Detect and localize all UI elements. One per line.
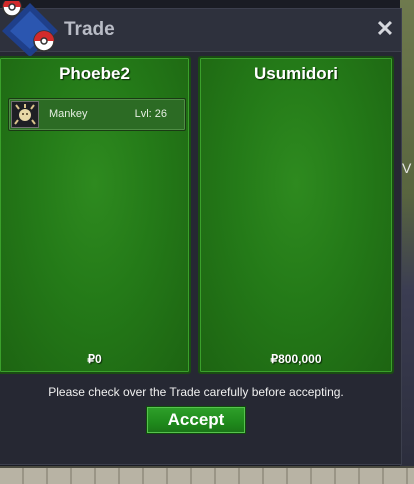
window-title: Trade bbox=[64, 19, 115, 40]
trade-warning-message: Please check over the Trade carefully be… bbox=[48, 385, 344, 399]
trade-window: Trade ✕ Phoebe2 Mankey Lvl: 26 ₽0 Usumid… bbox=[0, 1, 402, 465]
right-money-amount: ₽800,000 bbox=[270, 352, 322, 366]
background-text: V bbox=[402, 160, 412, 176]
game-world-right-edge: V bbox=[400, 0, 414, 484]
left-offer-panel: Phoebe2 Mankey Lvl: 26 ₽0 bbox=[0, 56, 191, 374]
left-trainer-name: Phoebe2 bbox=[59, 64, 130, 83]
left-money-amount: ₽0 bbox=[87, 352, 102, 366]
pokemon-level: Lvl: 26 bbox=[134, 108, 167, 120]
right-trainer-name: Usumidori bbox=[253, 64, 339, 83]
accept-button[interactable]: Accept bbox=[146, 406, 246, 434]
offered-pokemon-row[interactable]: Mankey Lvl: 26 bbox=[8, 98, 186, 131]
title-bar[interactable]: Trade ✕ bbox=[0, 9, 401, 52]
mankey-icon bbox=[11, 101, 39, 128]
close-button[interactable]: ✕ bbox=[375, 18, 395, 40]
right-offer-panel: Usumidori ₽800,000 bbox=[198, 56, 394, 374]
game-world-bottom-edge bbox=[0, 466, 414, 484]
floor-strip bbox=[0, 466, 414, 468]
pokemon-name: Mankey bbox=[49, 108, 88, 120]
pokeball-logo-icon bbox=[2, 1, 58, 57]
